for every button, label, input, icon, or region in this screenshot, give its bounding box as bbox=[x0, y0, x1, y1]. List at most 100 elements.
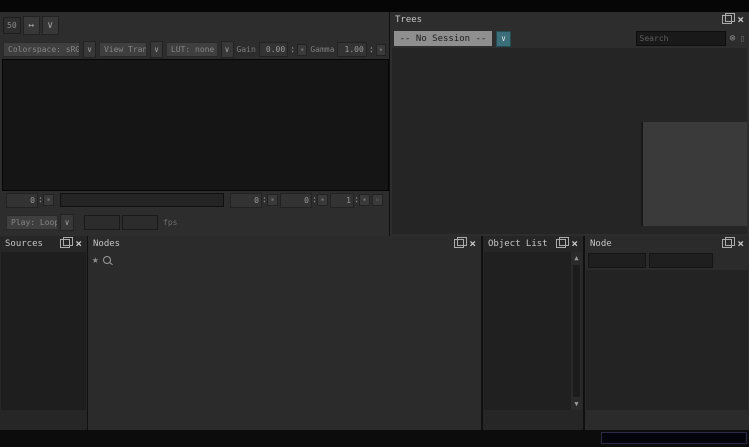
lut-select[interactable]: LUT: none bbox=[166, 42, 218, 57]
gamma-stepper[interactable]: ▴▾ bbox=[370, 46, 373, 54]
trees-canvas[interactable] bbox=[392, 48, 747, 234]
nodes-panel-title: Nodes bbox=[93, 239, 120, 249]
menu-bar bbox=[0, 0, 749, 12]
transport-bar: Play: Loop ∨ fps bbox=[0, 211, 389, 233]
object-list-scrollbar[interactable]: ▲ ▼ bbox=[571, 252, 582, 410]
gamma-field[interactable]: 1.00 bbox=[337, 42, 366, 57]
gain-marker-toggle[interactable]: ▪ bbox=[297, 44, 307, 56]
trees-toolbar: -- No Session -- ∨ ⊗ ▯ bbox=[390, 27, 749, 50]
nodes-tab-bar: ★ bbox=[88, 251, 481, 268]
viewport-canvas[interactable] bbox=[2, 59, 389, 191]
gain-field[interactable]: 0.00 bbox=[259, 42, 288, 57]
node-library-grid bbox=[88, 269, 481, 410]
detach-icon[interactable] bbox=[722, 15, 732, 24]
view-transform-select[interactable]: View Trans... bbox=[99, 42, 147, 57]
trees-panel-title: Trees bbox=[395, 15, 422, 25]
nodes-panel: Nodes × ★ bbox=[88, 236, 481, 430]
trash-icon[interactable]: ▯ bbox=[740, 34, 745, 44]
search-icon[interactable] bbox=[103, 256, 111, 264]
object-list-header: Object List × bbox=[483, 236, 583, 251]
colorspace-dropdown-button[interactable]: ∨ bbox=[83, 41, 96, 58]
frame-start-stepper[interactable]: ▴▾ bbox=[39, 196, 42, 204]
view-transform-dropdown-button[interactable]: ∨ bbox=[150, 41, 163, 58]
detach-icon[interactable] bbox=[722, 239, 732, 248]
object-list-footer bbox=[483, 410, 583, 430]
colorspace-select[interactable]: Colorspace: sRGB bbox=[3, 42, 80, 57]
frame-step-field[interactable]: 1 bbox=[330, 193, 354, 208]
sources-panel-header: Sources × bbox=[0, 236, 87, 251]
frame-step-marker[interactable]: ▪ bbox=[359, 194, 370, 206]
chevron-down-icon: ∨ bbox=[87, 45, 92, 54]
nodes-footer bbox=[88, 410, 481, 430]
timeline-slider[interactable] bbox=[60, 193, 224, 207]
favorites-star-icon[interactable]: ★ bbox=[92, 253, 99, 266]
viewer-region: 50 ↔ ∨ Colorspace: sRGB ∨ View Trans... … bbox=[0, 12, 389, 236]
frame-end-marker[interactable]: ▪ bbox=[317, 194, 328, 206]
chevron-down-icon: ∨ bbox=[65, 218, 70, 227]
chevron-down-icon: ∨ bbox=[154, 45, 159, 54]
timebar-options-button[interactable]: ▫ bbox=[372, 194, 383, 206]
node-label-field[interactable] bbox=[649, 253, 713, 268]
close-icon[interactable]: × bbox=[75, 239, 82, 249]
close-icon[interactable]: × bbox=[469, 239, 476, 249]
close-icon[interactable]: × bbox=[737, 15, 744, 25]
detach-icon[interactable] bbox=[556, 239, 566, 248]
node-panel-title: Node bbox=[590, 239, 612, 249]
detach-icon[interactable] bbox=[454, 239, 464, 248]
frame-start-field[interactable]: 0 bbox=[6, 193, 38, 208]
gamma-marker-toggle[interactable]: ▪ bbox=[376, 44, 386, 56]
frame-start-marker[interactable]: ▪ bbox=[43, 194, 54, 206]
frame-rate-field[interactable] bbox=[84, 215, 120, 230]
viewer-toolbar: 50 ↔ ∨ bbox=[0, 12, 389, 38]
frame-end-field[interactable]: 0 bbox=[280, 193, 312, 208]
node-properties-bar bbox=[585, 251, 749, 270]
session-select[interactable]: -- No Session -- bbox=[394, 31, 492, 46]
gain-stepper[interactable]: ▴▾ bbox=[291, 46, 294, 54]
sources-footer bbox=[0, 410, 87, 430]
chevron-down-icon: ∨ bbox=[501, 34, 506, 43]
chevron-down-icon: ∨ bbox=[225, 45, 230, 54]
scroll-track[interactable] bbox=[573, 265, 580, 397]
node-panel-footer bbox=[585, 410, 749, 430]
play-mode-dropdown-button[interactable]: ∨ bbox=[60, 214, 74, 231]
h-arrows-icon: ↔ bbox=[28, 20, 34, 31]
session-dropdown-button[interactable]: ∨ bbox=[496, 31, 511, 47]
tree-preview-box bbox=[641, 122, 747, 226]
fit-width-button[interactable]: ↔ bbox=[23, 16, 40, 35]
scroll-down-icon[interactable]: ▼ bbox=[574, 398, 578, 410]
play-mode-select[interactable]: Play: Loop bbox=[6, 215, 58, 230]
frame-bar: 0▴▾▪ 0▴▾▪ 0▴▾▪ 1▴▾▪ ▫ bbox=[0, 191, 389, 209]
clear-search-icon[interactable]: ⊗ bbox=[730, 33, 736, 44]
frame-step-stepper[interactable]: ▴▾ bbox=[355, 196, 358, 204]
frame-end-stepper[interactable]: ▴▾ bbox=[313, 196, 316, 204]
node-properties-body[interactable] bbox=[586, 270, 748, 410]
object-list-title: Object List bbox=[488, 239, 548, 249]
zoom-level-field[interactable]: 50 bbox=[3, 17, 21, 34]
frame-current-stepper[interactable]: ▴▾ bbox=[263, 196, 266, 204]
scroll-up-icon[interactable]: ▲ bbox=[574, 252, 578, 264]
playback-rate-field[interactable] bbox=[122, 215, 158, 230]
application-window: 50 ↔ ∨ Colorspace: sRGB ∨ View Trans... … bbox=[0, 0, 749, 447]
display-toolbar: Colorspace: sRGB ∨ View Trans... ∨ LUT: … bbox=[0, 38, 389, 61]
fps-label: fps bbox=[163, 218, 177, 227]
nodes-panel-header: Nodes × bbox=[88, 236, 481, 251]
detach-icon[interactable] bbox=[60, 239, 70, 248]
sources-panel-title: Sources bbox=[5, 239, 43, 249]
sources-panel: Sources × bbox=[0, 236, 87, 430]
frame-current-field[interactable]: 0 bbox=[230, 193, 262, 208]
object-list[interactable] bbox=[484, 252, 571, 410]
node-panel: Node × bbox=[585, 236, 749, 430]
sources-list[interactable] bbox=[1, 252, 86, 410]
node-name-field[interactable] bbox=[588, 253, 646, 268]
lut-dropdown-button[interactable]: ∨ bbox=[221, 41, 234, 58]
object-list-panel: Object List × ▲ ▼ bbox=[483, 236, 583, 430]
view-options-dropdown[interactable]: ∨ bbox=[42, 16, 59, 35]
chevron-down-icon: ∨ bbox=[47, 20, 53, 31]
frame-current-marker[interactable]: ▪ bbox=[267, 194, 278, 206]
close-icon[interactable]: × bbox=[737, 239, 744, 249]
gamma-label: Gamma bbox=[310, 45, 334, 54]
search-input[interactable] bbox=[636, 31, 726, 46]
trees-panel: Trees × -- No Session -- ∨ ⊗ ▯ bbox=[390, 12, 749, 236]
memory-gauge bbox=[601, 432, 747, 444]
close-icon[interactable]: × bbox=[571, 239, 578, 249]
